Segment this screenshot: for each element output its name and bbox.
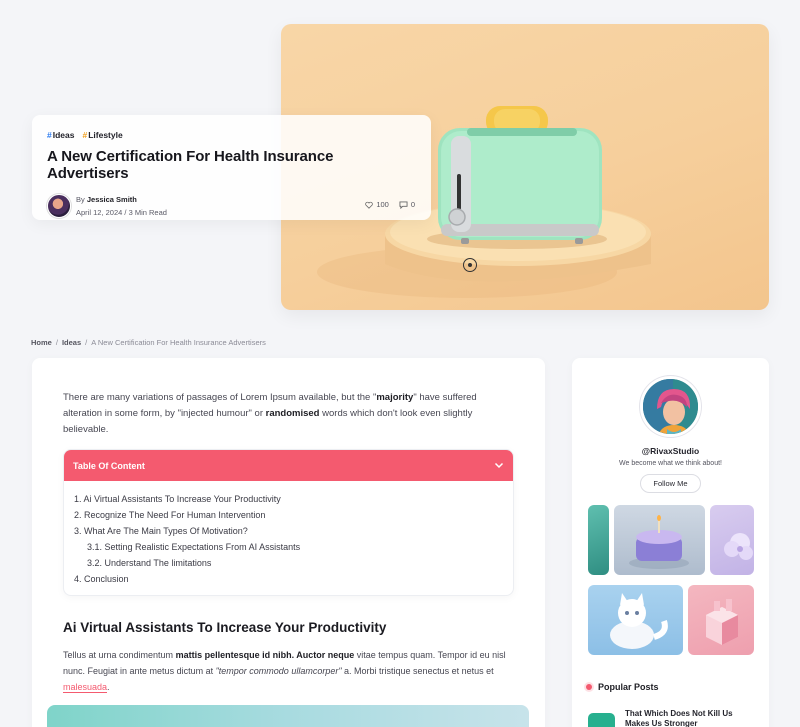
post-meta: By Jessica Smith April 12, 2024 / 3 Min … [47,193,415,219]
profile-bio: We become what we think about! [619,460,722,467]
gallery-image[interactable] [588,585,683,655]
gallery-image[interactable] [614,505,705,575]
flower-illustration [724,533,753,560]
cat-illustration [610,593,668,649]
breadcrumb-separator: / [85,338,88,347]
gallery-image[interactable] [710,505,754,575]
profile-avatar[interactable] [640,376,701,437]
comment-icon [399,200,408,209]
post-stats: 100 0 [365,200,415,209]
toc-title: Table Of Content [73,460,145,471]
toc-list: 1. Ai Virtual Assistants To Increase You… [64,481,513,587]
gallery-image[interactable] [588,505,609,575]
table-of-contents: Table Of Content 1. Ai Virtual Assistant… [63,449,514,596]
bullet-dot-icon [586,684,592,690]
toc-subitem[interactable]: 3.2. Understand The limitations [74,555,513,571]
gallery-image[interactable] [688,585,754,655]
breadcrumb-current: A New Certification For Health Insurance… [91,338,266,347]
toc-item[interactable]: 3. What Are The Main Types Of Motivation… [74,523,513,539]
author-prefix: By [76,195,85,204]
author-avatar[interactable] [47,194,71,218]
section-paragraph: Tellus at urna condimentum mattis pellen… [63,650,506,693]
toc-item[interactable]: 1. Ai Virtual Assistants To Increase You… [74,491,513,507]
cake-illustration [629,515,689,569]
section-heading: Ai Virtual Assistants To Increase Your P… [63,620,387,635]
popular-post-title[interactable]: That Which Does Not Kill Us Makes Us Str… [625,709,755,727]
page-title[interactable]: A New Certification For Health Insurance… [47,148,415,182]
tag-ideas[interactable]: #Ideas [47,130,74,140]
tag-list: #Ideas #Lifestyle [47,130,415,140]
popular-posts-heading: Popular Posts [586,682,659,692]
tag-lifestyle[interactable]: #Lifestyle [82,130,122,140]
comments-count: 0 [410,200,415,209]
author-name[interactable]: Jessica Smith [87,195,137,204]
intro-paragraph: There are many variations of passages of… [63,392,477,435]
chevron-down-icon[interactable] [494,460,504,470]
toc-item[interactable]: 4. Conclusion [74,571,513,587]
meta-separator: / [124,208,127,217]
popular-post-thumbnail[interactable] [588,713,615,727]
breadcrumb-ideas[interactable]: Ideas [62,338,81,347]
malesuada-link[interactable]: malesuada [63,682,108,693]
follow-button[interactable]: Follow Me [640,474,701,493]
read-time: 3 Min Read [128,208,167,217]
profile-name[interactable]: @RivaxStudio [572,446,769,456]
post-date: April 12, 2024 [76,208,123,217]
breadcrumb-home[interactable]: Home [31,338,52,347]
blocks-illustration [706,599,738,645]
comments-stat[interactable]: 0 [399,200,415,209]
likes-count: 100 [376,200,389,209]
article-body: There are many variations of passages of… [32,358,545,727]
toc-header[interactable]: Table Of Content [64,450,513,481]
article-image [47,705,529,727]
hero-card: #Ideas #Lifestyle A New Certification Fo… [32,115,431,220]
toc-subitem[interactable]: 3.1. Setting Realistic Expectations From… [74,539,513,555]
profile-portrait [643,379,698,434]
heart-icon [365,201,374,209]
breadcrumb-separator: / [55,338,58,347]
play-icon[interactable] [463,258,477,272]
likes-stat[interactable]: 100 [365,200,389,209]
toc-item[interactable]: 2. Recognize The Need For Human Interven… [74,507,513,523]
sidebar: @RivaxStudio We become what we think abo… [572,358,769,727]
breadcrumb: Home / Ideas / A New Certification For H… [31,338,266,347]
